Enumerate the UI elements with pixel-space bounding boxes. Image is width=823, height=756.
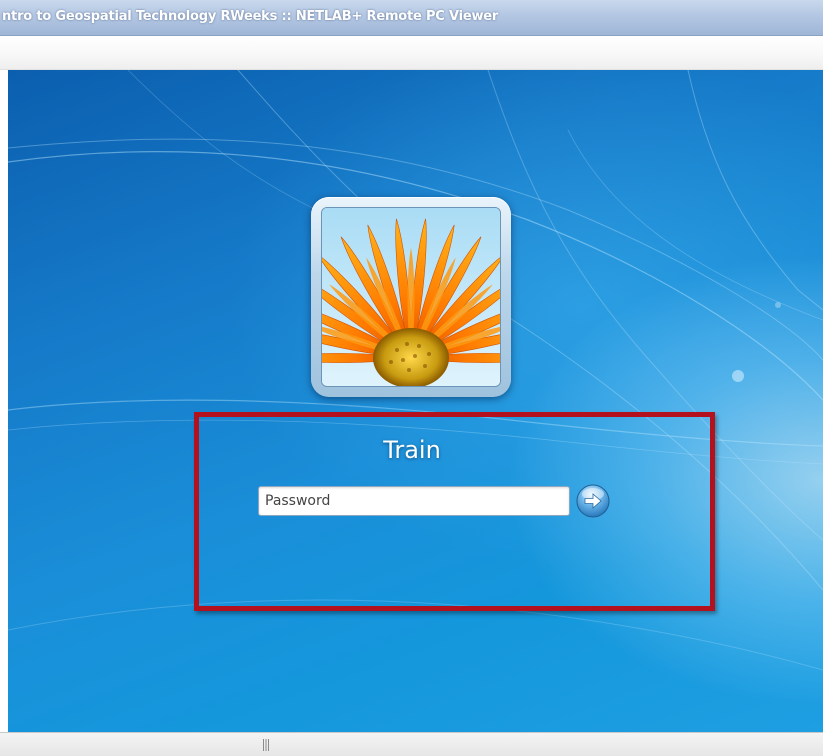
remote-pc-viewer-window: ntro to Geospatial Technology RWeeks :: … bbox=[0, 0, 823, 756]
window-left-border bbox=[0, 70, 8, 732]
arrow-right-icon bbox=[576, 484, 610, 518]
username-label: Train bbox=[383, 436, 441, 464]
login-screen: Train bbox=[8, 70, 823, 732]
viewer-toolbar bbox=[0, 36, 823, 70]
scroll-grip-icon[interactable] bbox=[262, 738, 270, 752]
status-bar bbox=[0, 732, 823, 756]
login-submit-button[interactable] bbox=[576, 484, 610, 518]
password-field[interactable] bbox=[258, 486, 570, 516]
title-bar: ntro to Geospatial Technology RWeeks :: … bbox=[0, 0, 823, 36]
flower-icon bbox=[321, 207, 501, 387]
background-swooshes bbox=[8, 70, 823, 671]
window-title: ntro to Geospatial Technology RWeeks :: … bbox=[2, 9, 499, 24]
user-avatar-frame bbox=[311, 197, 511, 397]
